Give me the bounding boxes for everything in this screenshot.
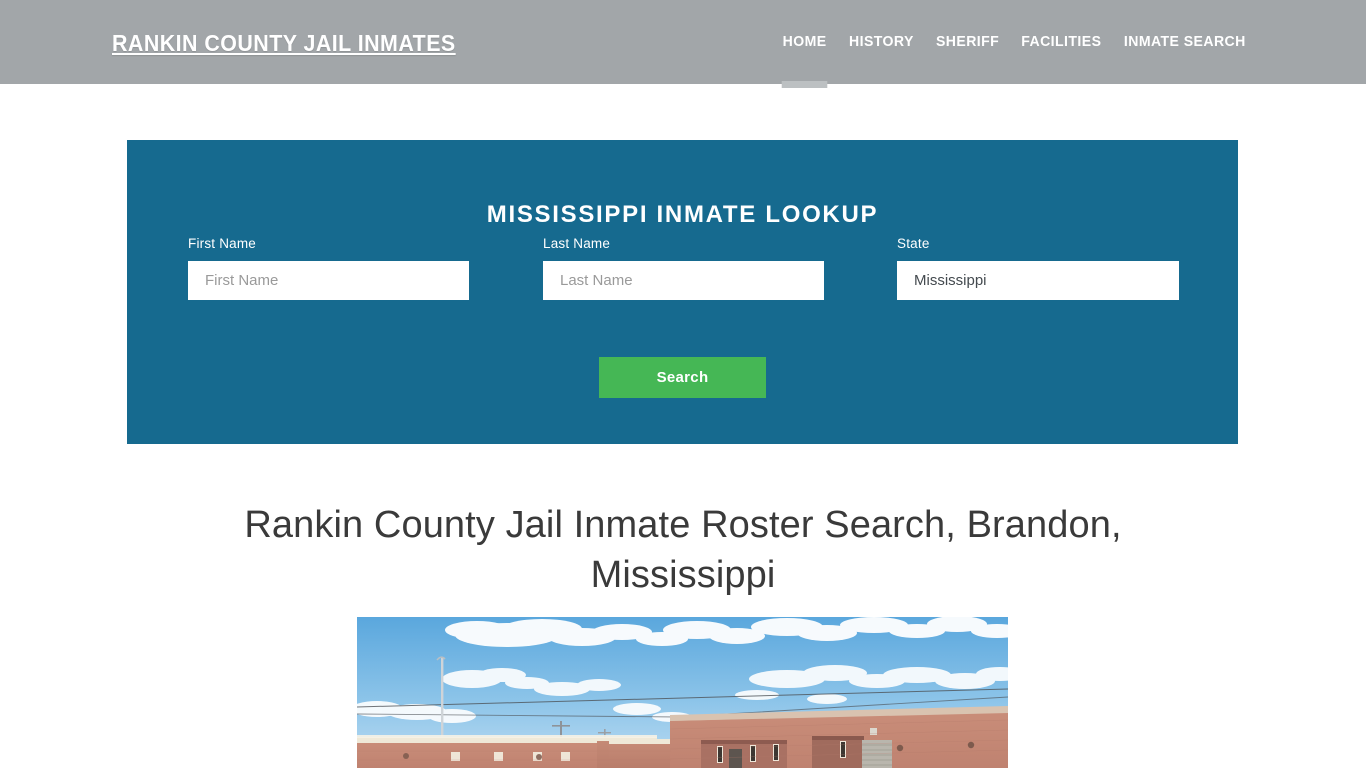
nav-item-label: FACILITIES [1020,34,1102,50]
first-name-label: First Name [188,236,257,251]
jail-photo-graphic [357,617,1008,768]
search-button[interactable]: Search [599,357,766,398]
site-header: RANKIN COUNTY JAIL INMATES HOME HISTORY … [0,0,1366,88]
nav-item-label: INMATE SEARCH [1124,34,1247,50]
main-navigation: HOME HISTORY SHERIFF FACILITIES INMATE S… [772,0,1258,88]
lookup-panel-title: MISSISSIPPI INMATE LOOKUP [486,200,879,228]
nav-item-home[interactable]: HOME [773,0,836,88]
jail-building-photo [357,617,1008,768]
state-label: State [897,236,930,251]
site-logo[interactable]: RANKIN COUNTY JAIL INMATES [112,30,456,57]
nav-item-label: HOME [783,34,828,50]
first-name-field-group: First Name [188,236,469,300]
last-name-label: Last Name [543,236,611,251]
nav-item-label: HISTORY [848,34,914,50]
state-input[interactable] [897,261,1179,300]
nav-item-inmate-search[interactable]: INMATE SEARCH [1115,0,1256,84]
state-field-group: State [897,236,1179,300]
last-name-input[interactable] [543,261,824,300]
first-name-input[interactable] [188,261,469,300]
nav-item-label: SHERIFF [935,34,999,50]
active-nav-indicator [782,81,829,88]
inmate-lookup-panel: MISSISSIPPI INMATE LOOKUP First Name Las… [127,140,1238,444]
nav-item-sheriff[interactable]: SHERIFF [926,0,1009,84]
page-title: Rankin County Jail Inmate Roster Search,… [244,504,1122,596]
last-name-field-group: Last Name [543,236,824,300]
nav-item-facilities[interactable]: FACILITIES [1011,0,1111,84]
nav-item-history[interactable]: HISTORY [839,0,923,84]
